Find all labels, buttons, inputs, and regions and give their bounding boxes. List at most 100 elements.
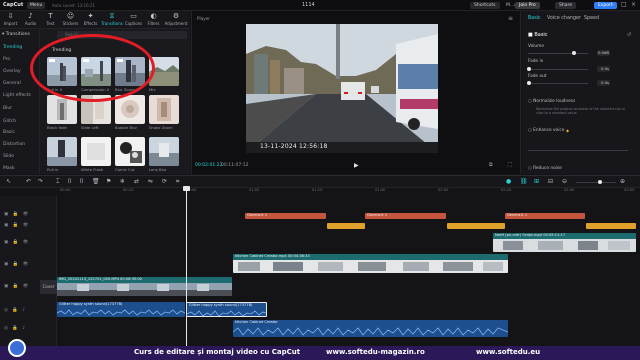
main-video-clip[interactable]: IMG_20241113_125721_005.MP4 00:06:35:00 [57,277,232,296]
reset-icon[interactable]: ↺ [627,32,631,38]
split-icon[interactable]: ⌶ [56,178,60,186]
reduce-noise-toggle[interactable]: ○ Reduce noise [528,166,562,171]
sidebar-item-glitch[interactable]: Glitch [3,117,37,127]
play-icon[interactable]: ▶ [354,162,359,169]
text-clip[interactable]: Genera.lt 1 [505,213,585,219]
tile-label: Pull in [47,167,59,172]
ratio-icon[interactable]: ⧉ [489,162,493,168]
tab-filters[interactable]: ◐ Filters [144,12,163,28]
undo-icon[interactable]: ↶ [26,178,31,185]
transition-tile-lens-blur[interactable] [149,137,179,166]
rotate-icon[interactable]: ⟳ [162,178,167,185]
tab-basic[interactable]: Basic [528,16,541,21]
overlay-video-clip[interactable]: Nortf (pn-ordr) Script.mp4 00:05:11:17 [493,233,636,252]
delete-icon[interactable]: 🗑 [92,178,100,185]
audio-clip[interactable]: Glitter happy synth sound(17377B) [57,302,185,317]
share-button[interactable]: Share [555,2,576,9]
reverse-icon[interactable]: ⇄ [134,178,139,185]
fade-out-slider-knob[interactable] [527,81,531,85]
menu-button[interactable]: Menu [27,2,46,9]
tab-audio[interactable]: ♪ Audio [21,12,40,28]
transition-tile-shake-zoom[interactable] [149,95,179,124]
effect-clip[interactable] [586,223,636,229]
minimize-icon[interactable]: – [612,1,615,8]
overlay-video-clip[interactable]: kitchen Cabinet Creator.mp4 00:04:36:33 [233,254,508,273]
transition-tile-bubble-blur[interactable] [115,95,145,124]
close-icon[interactable]: × [631,1,636,8]
transition-tile-pull-in[interactable] [47,137,77,166]
fade-in-slider[interactable] [528,69,588,70]
sidebar-item-slide[interactable]: Slide [3,152,37,162]
text-clip[interactable]: Genera.lt 1 [245,213,326,219]
effect-clip[interactable] [327,223,365,229]
freeze-icon[interactable]: ❄ [120,178,125,185]
sidebar-item-mask[interactable]: Mask [3,164,37,174]
zoom-slider-knob[interactable] [598,180,602,184]
basic-section-toggle[interactable]: ■ Basic [528,32,548,38]
track-controls[interactable]: ▣ 🔒 👁 [4,240,30,245]
sidebar-item-trending[interactable]: Trending [3,43,37,53]
more-icon[interactable]: ≡ [508,15,513,22]
split-right-icon[interactable]: ⌷ [80,178,84,186]
mic-icon[interactable]: ● [506,178,511,185]
track-controls[interactable]: ◎ 🔒 ♪ [4,308,27,313]
volume-slider[interactable] [528,53,588,54]
redo-icon[interactable]: ↷ [38,178,43,185]
tab-voice-changer[interactable]: Voice changer [547,16,581,21]
fade-in-value[interactable]: 0.0s [597,66,610,72]
enhance-slider[interactable] [528,150,628,151]
tab-import[interactable]: ⇩ Import [1,12,20,28]
tab-speed[interactable]: Speed [584,16,599,21]
track-controls[interactable]: ◎ 🔒 ♪ [4,326,27,331]
transition-tile-white-flash[interactable] [81,137,111,166]
effect-clip[interactable] [447,223,505,229]
video-preview[interactable] [246,24,438,153]
audio-clip-selected[interactable]: Glitter happy synth sound(17377B) [186,302,267,317]
video-timestamp-overlay: 13-11-2024 12:56:18 [260,143,328,150]
zoom-slider[interactable] [576,182,616,183]
track-controls[interactable]: ▣ 🔒 👁 [4,262,30,267]
volume-value[interactable]: 0.0dB [597,50,610,56]
sidebar-header[interactable]: ▾ Transitions [2,32,30,37]
track-controls[interactable]: ▣ 🔒 👁 [4,223,30,228]
transition-tile-comic-cut[interactable] [115,137,145,166]
fade-out-value[interactable]: 0.0s [597,80,610,86]
preview-axis-icon[interactable]: ⊟ [548,178,553,185]
tab-adjustment[interactable]: ⚙ Adjustment [164,12,188,28]
sidebar-item-general[interactable]: General [3,79,37,89]
mirror-icon[interactable]: ⇋ [148,178,153,185]
link-icon[interactable]: ⛓ [520,178,528,185]
track-controls[interactable]: ▣ 🔒 👁 [4,212,30,217]
normalize-toggle[interactable]: ○ Normalize loudness [528,99,575,104]
fade-in-slider-knob[interactable] [527,67,531,71]
tab-text[interactable]: T Text [41,12,60,28]
tab-effects[interactable]: ✦ Effects [81,12,100,28]
playhead[interactable] [186,188,187,346]
zoom-out-icon[interactable]: ⊖ [562,178,567,185]
tab-transitions[interactable]: ⧖ Transitions [101,12,123,28]
fade-out-slider[interactable] [528,83,588,84]
crop-icon[interactable]: ⌗ [176,178,179,186]
sidebar-item-light-effects[interactable]: Light effects [3,91,37,101]
sidebar-item-basic[interactable]: Basic [3,128,37,138]
volume-slider-knob[interactable] [572,51,576,55]
text-clip[interactable]: Genera.lt 1 [365,213,446,219]
shortcuts-button[interactable]: Shortcuts [470,2,500,9]
marker-icon[interactable]: ⚑ [106,178,111,185]
zoom-in-icon[interactable]: ⊕ [620,178,625,185]
tab-captions[interactable]: ▭ Captions [124,12,143,28]
select-icon[interactable]: ↖ [6,178,11,185]
lens-blur-thumb [149,137,179,166]
sidebar-item-blur[interactable]: Blur [3,104,37,114]
fullscreen-icon[interactable]: ⛶ [508,162,512,168]
sidebar-item-distortion[interactable]: Distortion [3,140,37,150]
join-pro-button[interactable]: Join Pro [515,2,540,9]
split-left-icon[interactable]: ⌷ [68,178,72,186]
tab-stickers[interactable]: ☺ Stickers [61,12,80,28]
snap-icon[interactable]: ⊞ [534,178,539,185]
enhance-voice-toggle[interactable]: ○ Enhance voice [528,128,564,133]
track-controls[interactable]: ▣ 🔒 👁 [4,284,30,289]
audio-clip[interactable]: kitchen Cabinet Creator [233,320,508,337]
cover-button[interactable]: Cover [40,280,57,294]
maximize-icon[interactable]: □ [621,1,627,8]
